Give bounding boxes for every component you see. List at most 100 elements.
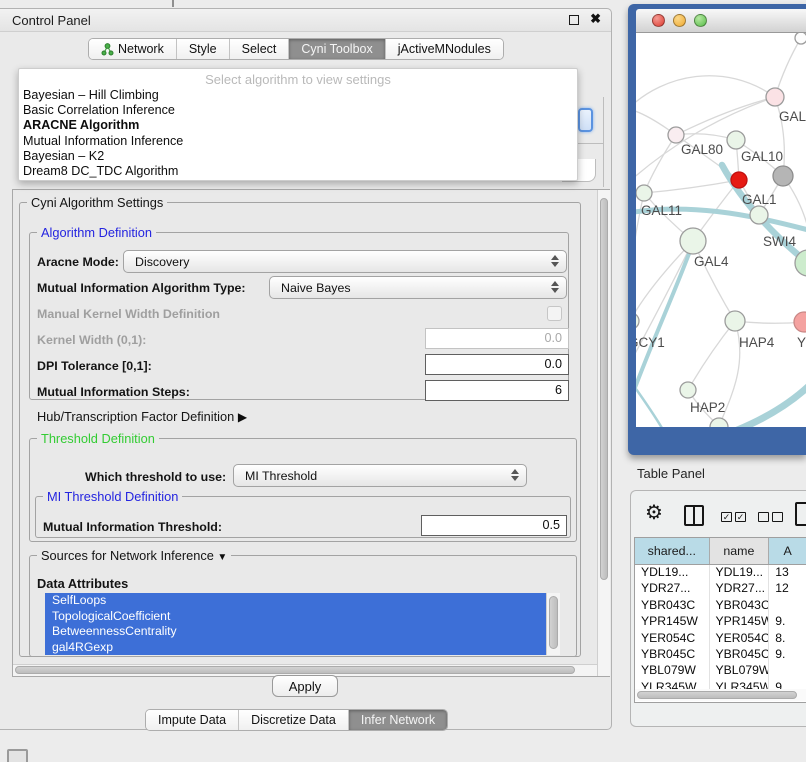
table-cell[interactable]: YPR145W bbox=[710, 614, 770, 630]
column-header[interactable]: name bbox=[710, 538, 770, 564]
attributes-scrollbar[interactable] bbox=[546, 593, 560, 655]
manual-kernel-width-checkbox bbox=[547, 306, 562, 321]
table-toolbar: ⚙ ✓✓ bbox=[631, 491, 806, 537]
bottom-tab-infer-network[interactable]: Infer Network bbox=[349, 710, 447, 730]
network-node-gal11[interactable] bbox=[636, 185, 652, 201]
aracne-mode-select[interactable]: Discovery bbox=[123, 250, 567, 273]
algorithm-option[interactable]: Bayesian – K2 bbox=[19, 149, 577, 164]
mi-threshold-field[interactable]: 0.5 bbox=[421, 515, 567, 536]
float-window-icon[interactable] bbox=[569, 15, 579, 25]
network-node-gal80[interactable] bbox=[668, 127, 684, 143]
table-cell[interactable]: YBR045C bbox=[710, 647, 770, 663]
scrollbar-thumb[interactable] bbox=[600, 198, 608, 580]
table-row[interactable]: YDR27...YDR27...12 bbox=[635, 581, 806, 597]
apply-button[interactable]: Apply bbox=[272, 675, 338, 697]
which-threshold-select[interactable]: MI Threshold bbox=[233, 464, 527, 487]
gear-icon[interactable]: ⚙ bbox=[645, 500, 663, 525]
attribute-item[interactable]: TopologicalCoefficient bbox=[45, 609, 546, 625]
table-row[interactable]: YER054CYER054C8. bbox=[635, 631, 806, 647]
window-edge-artifact bbox=[172, 0, 174, 7]
tab-cyni-toolbox[interactable]: Cyni Toolbox bbox=[289, 39, 385, 59]
table-cell[interactable]: YPR145W bbox=[635, 614, 710, 630]
close-icon[interactable]: ✖ bbox=[590, 11, 601, 27]
network-node-hap4[interactable] bbox=[725, 311, 745, 331]
table-row[interactable]: YPR145WYPR145W9. bbox=[635, 614, 806, 630]
network-node[interactable] bbox=[750, 206, 768, 224]
columns-icon[interactable] bbox=[684, 505, 704, 526]
column-header[interactable]: shared... bbox=[635, 538, 710, 564]
manual-kernel-width-label: Manual Kernel Width Definition bbox=[37, 307, 220, 321]
which-threshold-label: Which threshold to use: bbox=[85, 470, 226, 484]
close-traffic-light[interactable] bbox=[652, 14, 665, 27]
dpi-tolerance-field[interactable]: 0.0 bbox=[425, 354, 569, 375]
unchecked-pair-icon[interactable] bbox=[758, 512, 783, 522]
panel-vertical-scrollbar[interactable] bbox=[597, 190, 610, 676]
network-node-hap2[interactable] bbox=[680, 382, 696, 398]
attribute-item[interactable]: gal4RGexp bbox=[45, 640, 546, 656]
tab-jactivemnodules[interactable]: jActiveMNodules bbox=[386, 39, 503, 59]
algorithm-option[interactable]: Mutual Information Inference bbox=[19, 134, 577, 149]
table-cell[interactable]: 12 bbox=[769, 581, 806, 597]
table-row[interactable]: YDL19...YDL19...13 bbox=[635, 565, 806, 581]
tab-label: jActiveMNodules bbox=[398, 42, 491, 56]
tab-network[interactable]: Network bbox=[89, 39, 177, 59]
table-row[interactable]: YBR043CYBR043C bbox=[635, 598, 806, 614]
mi-algorithm-type-select[interactable]: Naive Bayes bbox=[269, 276, 567, 299]
table-cell[interactable]: 8. bbox=[769, 631, 806, 647]
table-cell[interactable]: 13 bbox=[769, 565, 806, 581]
network-node-gal1[interactable] bbox=[731, 172, 747, 188]
scrollbar-thumb[interactable] bbox=[549, 596, 558, 649]
table-cell[interactable]: YER054C bbox=[635, 631, 710, 647]
table-cell[interactable]: YDR27... bbox=[710, 581, 770, 597]
network-canvas[interactable]: GALGAL80GAL10GAL1GAL11GAL4SWI4GCY1HAP4YH… bbox=[636, 33, 806, 427]
document-icon[interactable] bbox=[795, 502, 806, 526]
table-cell[interactable]: YDL19... bbox=[635, 565, 710, 581]
table-cell[interactable]: 9. bbox=[769, 647, 806, 663]
attribute-item[interactable]: SelfLoops bbox=[45, 593, 546, 609]
scrollbar-thumb[interactable] bbox=[637, 691, 797, 699]
network-node[interactable] bbox=[795, 33, 806, 44]
network-node-gcy1[interactable] bbox=[636, 313, 639, 329]
table-cell[interactable] bbox=[769, 598, 806, 614]
network-edge bbox=[644, 135, 676, 193]
table-row[interactable]: YBR045CYBR045C9. bbox=[635, 647, 806, 663]
attribute-item[interactable]: BetweennessCentrality bbox=[45, 624, 546, 640]
network-node-gal10[interactable] bbox=[727, 131, 745, 149]
bottom-tab-discretize-data[interactable]: Discretize Data bbox=[239, 710, 349, 730]
checked-pair-icon[interactable]: ✓✓ bbox=[721, 512, 746, 522]
table-row[interactable]: YBL079WYBL079W bbox=[635, 663, 806, 679]
table-header-row: shared...nameA bbox=[635, 538, 806, 565]
table-cell[interactable]: YBL079W bbox=[710, 663, 770, 679]
docked-panel-icon[interactable] bbox=[7, 749, 28, 762]
table-cell[interactable]: YDR27... bbox=[635, 581, 710, 597]
bottom-tab-impute-data[interactable]: Impute Data bbox=[146, 710, 239, 730]
table-cell[interactable]: YER054C bbox=[710, 631, 770, 647]
scrollbar-thumb[interactable] bbox=[15, 666, 575, 674]
table-cell[interactable]: 9. bbox=[769, 614, 806, 630]
minimize-traffic-light[interactable] bbox=[673, 14, 686, 27]
table-cell[interactable]: YBR043C bbox=[710, 598, 770, 614]
table-cell[interactable]: YDL19... bbox=[710, 565, 770, 581]
algorithm-option[interactable]: ARACNE Algorithm bbox=[19, 118, 577, 133]
table-cell[interactable]: YBL079W bbox=[635, 663, 710, 679]
sources-title[interactable]: Sources for Network Inference ▼ bbox=[37, 548, 231, 563]
table-cell[interactable]: YBR043C bbox=[635, 598, 710, 614]
maximize-traffic-light[interactable] bbox=[694, 14, 707, 27]
table-cell[interactable]: YBR045C bbox=[635, 647, 710, 663]
mi-type-value: Naive Bayes bbox=[281, 281, 351, 295]
network-node-gal4[interactable] bbox=[680, 228, 706, 254]
screenshot-root: Control Panel ✖ NetworkStyleSelectCyni T… bbox=[0, 0, 806, 762]
hub-definition-toggle[interactable]: Hub/Transcription Factor Definition ▶ bbox=[37, 409, 247, 424]
tab-style[interactable]: Style bbox=[177, 39, 230, 59]
network-node-y[interactable] bbox=[794, 312, 806, 332]
table-horizontal-scrollbar[interactable] bbox=[635, 689, 806, 701]
algorithm-option[interactable]: Bayesian – Hill Climbing bbox=[19, 88, 577, 103]
network-node[interactable] bbox=[773, 166, 793, 186]
mi-steps-field[interactable]: 6 bbox=[425, 380, 569, 401]
network-node-gal[interactable] bbox=[766, 88, 784, 106]
algorithm-option[interactable]: Basic Correlation Inference bbox=[19, 103, 577, 118]
table-cell[interactable] bbox=[769, 663, 806, 679]
column-header[interactable]: A bbox=[769, 538, 806, 564]
algorithm-option[interactable]: Dream8 DC_TDC Algorithm bbox=[19, 164, 577, 179]
tab-select[interactable]: Select bbox=[230, 39, 290, 59]
